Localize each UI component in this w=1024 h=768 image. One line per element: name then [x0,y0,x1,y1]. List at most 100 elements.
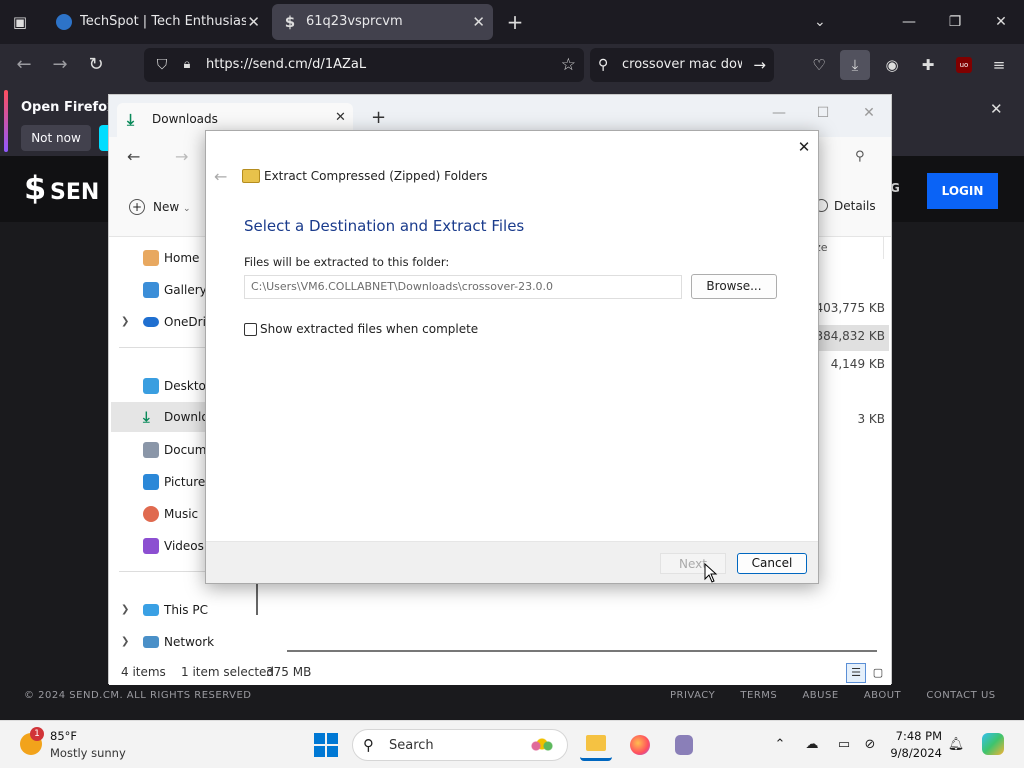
chevron-right-icon[interactable]: ❯ [121,595,129,625]
url-bar[interactable]: ⛉ 🔒︎ https://send.cm/d/1AZaL ☆ [144,48,584,82]
account-icon[interactable]: ◉ [877,50,907,80]
file-explorer-taskbar-icon[interactable] [580,729,612,761]
start-quadrant [314,746,325,757]
close-window-icon[interactable]: ✕ [986,8,1016,36]
tab-title: 61q23vsprcvm [306,14,403,29]
lock-icon[interactable]: 🔒︎ [178,55,196,75]
item-count: 4 items [121,665,166,679]
tab-close-icon[interactable]: ✕ [247,4,260,40]
clock-time[interactable]: 7:48 PM [888,729,942,743]
sidebar-item-label: Home [164,251,200,265]
forward-arrow-icon[interactable]: → [47,52,73,78]
downloads-icon[interactable]: ⤓ [840,50,870,80]
footer-link-privacy[interactable]: PRIVACY [670,690,715,701]
wizard-heading: Select a Destination and Extract Files [244,217,525,235]
weather-temperature[interactable]: 85°F [50,729,77,743]
windows-start-icon[interactable] [314,733,338,757]
tab-title: TechSpot | Tech Enthusiasts, Po [80,14,246,29]
notification-bell-icon[interactable]: 🔔︎ [946,735,966,755]
extensions-puzzle-icon[interactable]: ✚ [913,50,943,80]
explorer-close-icon[interactable]: ✕ [855,101,883,125]
explorer-forward-icon[interactable]: → [175,147,188,166]
tab-close-icon[interactable]: ✕ [472,4,485,40]
show-extracted-files-checkbox[interactable] [244,323,257,336]
login-button[interactable]: LOGIN [927,173,998,209]
menu-hamburger-icon[interactable]: ≡ [984,50,1014,80]
search-highlight-decoration-icon [527,736,557,756]
restore-icon[interactable]: ❐ [940,8,970,36]
logo-text: SEN [50,180,100,205]
bookmark-star-icon[interactable]: ☆ [561,54,576,76]
explorer-maximize-icon[interactable]: ☐ [809,101,837,125]
show-extracted-files-label[interactable]: Show extracted files when complete [260,322,478,336]
chevron-right-icon[interactable]: ❯ [121,307,129,337]
tray-overflow-chevron-icon[interactable]: ⌃ [770,735,790,755]
details-label: Details [834,199,876,213]
pictures-icon [143,474,159,490]
browser-tab-send[interactable]: $ 61q23vsprcvm ✕ [272,4,493,40]
minimize-icon[interactable]: — [894,8,924,36]
footer-link-contact[interactable]: CONTACT US [926,690,995,701]
browse-button[interactable]: Browse... [691,274,777,299]
tab-overflow-chevron-icon[interactable]: ⌄ [814,8,826,36]
browser-tab-techspot[interactable]: TechSpot | Tech Enthusiasts, Po ✕ [46,4,268,40]
download-arrow-icon: ⤓ [143,408,150,426]
clock-date[interactable]: 9/8/2024 [882,746,942,760]
notification-close-icon[interactable]: ✕ [990,100,1003,118]
horizontal-scrollbar[interactable] [287,650,877,652]
app-taskbar-icon[interactable] [668,729,700,761]
details-view-icon[interactable]: ☰ [846,663,866,683]
details-button[interactable]: Details [815,199,876,213]
new-tab-icon[interactable]: + [503,8,527,36]
ublock-origin-icon[interactable]: uo [956,57,972,73]
explorer-tab-close-icon[interactable]: ✕ [335,110,346,125]
plus-icon: + [129,199,145,215]
site-footer: © 2024 SEND.CM. ALL RIGHTS RESERVED PRIV… [0,684,1024,720]
footer-link-abuse[interactable]: ABUSE [802,690,838,701]
search-box[interactable]: ⚲ crossover mac down → [590,48,774,82]
tracking-shield-icon[interactable]: ⛉ [152,55,172,75]
list-all-tabs-icon[interactable]: ▣ [8,10,32,34]
taskbar-search-box[interactable]: ⚲ Search [352,729,568,761]
new-button[interactable]: + New ⌄ [129,199,191,215]
documents-icon [143,442,159,458]
onedrive-tray-icon[interactable]: ☁ [802,735,822,755]
pocket-icon[interactable]: ♡ [804,50,834,80]
search-icon: ⚲ [363,736,374,754]
search-go-arrow-icon[interactable]: → [753,48,766,82]
selection-count: 1 item selected [181,665,275,679]
weather-description[interactable]: Mostly sunny [50,746,126,760]
dialog-close-icon[interactable]: ✕ [794,137,814,157]
reload-icon[interactable]: ↻ [83,52,109,78]
tiles-view-icon[interactable]: ▢ [868,663,888,683]
explorer-search-icon[interactable]: ⚲ [855,149,865,164]
explorer-back-icon[interactable]: ← [127,147,140,166]
notification-accent [4,90,8,152]
explorer-minimize-icon[interactable]: — [765,101,793,125]
display-tray-icon[interactable]: ▭ [834,735,854,755]
site-logo[interactable]: $ SEN [24,170,99,211]
destination-path-field[interactable]: C:\Users\VM6.COLLABNET\Downloads\crossov… [244,275,682,299]
cancel-button[interactable]: Cancel [737,553,807,574]
mouse-cursor-icon [704,563,718,583]
start-quadrant [314,733,325,744]
sidebar-scrollbar[interactable] [256,581,258,615]
not-now-button[interactable]: Not now [21,125,91,151]
sidebar-item-network[interactable]: ❯ Network [109,627,259,657]
footer-link-about[interactable]: ABOUT [864,690,901,701]
techspot-favicon-icon [56,14,72,30]
network-icon [143,636,159,648]
wizard-title: Extract Compressed (Zipped) Folders [264,169,488,183]
explorer-new-tab-icon[interactable]: + [371,107,386,128]
copilot-icon[interactable] [982,733,1004,755]
extract-wizard-dialog: ✕ ← Extract Compressed (Zipped) Folders … [205,130,819,584]
firefox-taskbar-icon[interactable] [624,729,656,761]
start-quadrant [327,746,338,757]
back-arrow-icon[interactable]: ← [11,52,37,78]
chevron-right-icon[interactable]: ❯ [121,627,129,657]
windows-taskbar: 1 85°F Mostly sunny ⚲ Search ⌃ ☁ ▭ ⊘ 7:4… [0,720,1024,768]
sidebar-item-this-pc[interactable]: ❯ This PC [109,595,259,625]
wizard-back-arrow-icon[interactable]: ← [214,167,227,186]
network-tray-icon[interactable]: ⊘ [860,735,880,755]
footer-link-terms[interactable]: TERMS [740,690,777,701]
